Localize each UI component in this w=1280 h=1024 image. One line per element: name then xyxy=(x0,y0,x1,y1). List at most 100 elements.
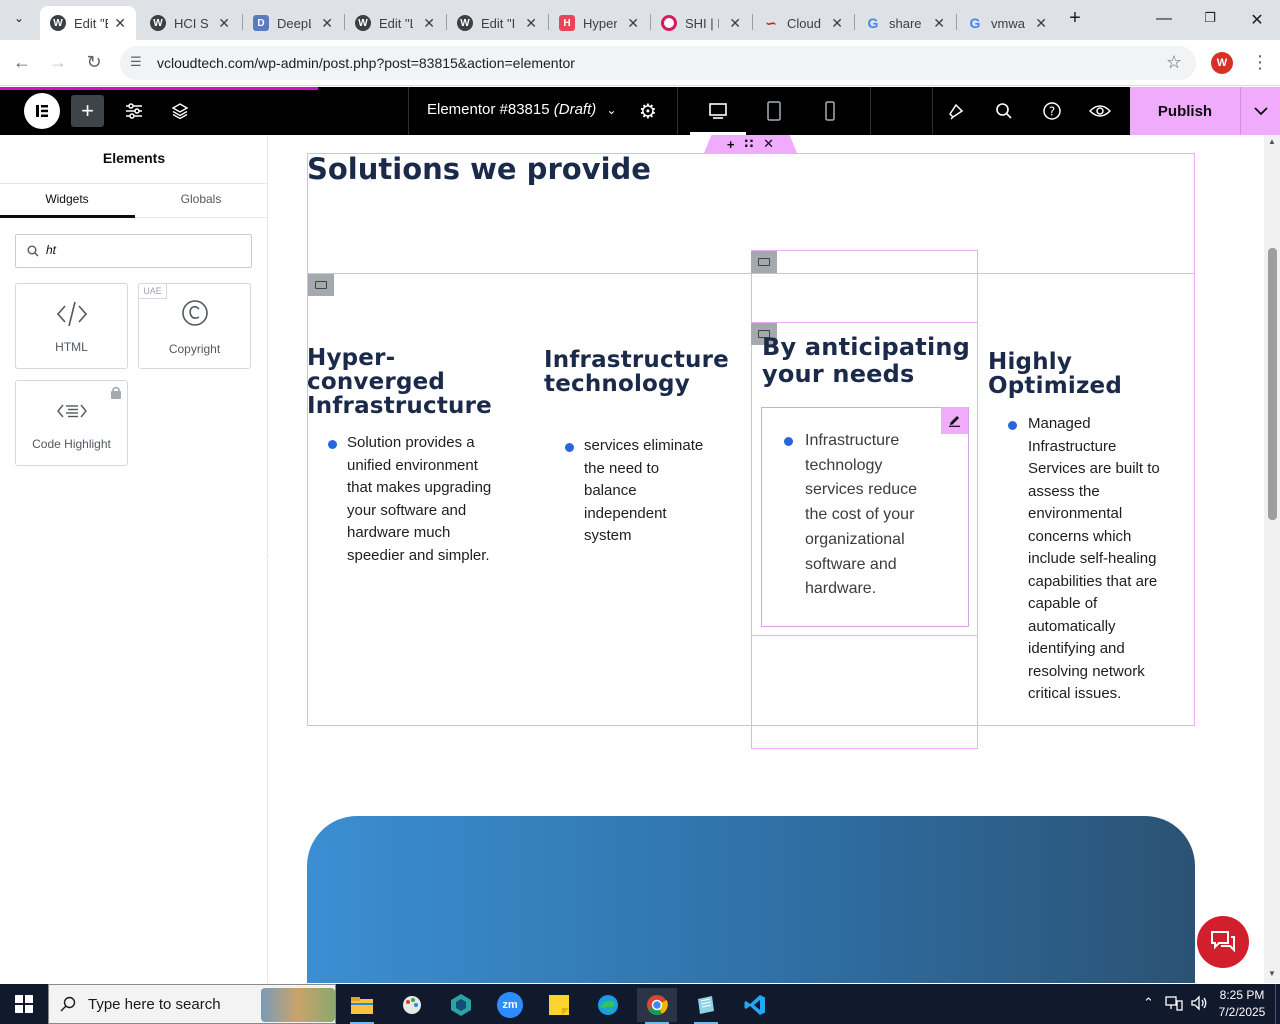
close-tab-icon[interactable]: ✕ xyxy=(525,15,537,32)
column-title[interactable]: By anticipating your needs xyxy=(762,334,977,388)
browser-tab-7[interactable]: SHI | I ✕ xyxy=(651,6,751,40)
close-tab-icon[interactable]: ✕ xyxy=(423,15,435,32)
desktop-view-icon[interactable] xyxy=(706,99,730,123)
close-tab-icon[interactable]: ✕ xyxy=(831,15,843,32)
notepad-app-icon[interactable] xyxy=(686,988,726,1024)
widget-html[interactable]: HTML xyxy=(15,283,128,369)
chrome-browser-icon[interactable] xyxy=(637,988,677,1024)
column-handle-icon[interactable] xyxy=(751,251,777,273)
close-tab-icon[interactable]: ✕ xyxy=(729,15,741,32)
site-info-icon[interactable]: ☰ xyxy=(130,54,142,70)
windows-start-icon[interactable] xyxy=(0,984,48,1024)
browser-tab-4[interactable]: W Edit "L ✕ xyxy=(345,6,445,40)
tab-search-icon[interactable]: ⌄ xyxy=(9,11,29,25)
zoom-app-icon[interactable]: zm xyxy=(490,988,530,1022)
browser-tab-10[interactable]: G vmwa ✕ xyxy=(957,6,1057,40)
close-tab-icon[interactable]: ✕ xyxy=(218,15,230,32)
close-tab-icon[interactable]: ✕ xyxy=(114,15,126,32)
code-highlight-icon xyxy=(16,401,127,421)
widget-copyright[interactable]: UAE Copyright xyxy=(138,283,251,369)
edit-pencil-icon[interactable] xyxy=(941,407,968,434)
vscode-app-icon[interactable] xyxy=(735,988,775,1022)
column-text[interactable]: Managed Infrastructure Services are buil… xyxy=(1028,413,1168,706)
close-tab-icon[interactable]: ✕ xyxy=(627,15,639,32)
finder-search-icon[interactable] xyxy=(992,99,1016,123)
tab-globals[interactable]: Globals xyxy=(134,192,268,206)
new-tab-icon[interactable]: + xyxy=(1065,7,1085,30)
structure-layers-icon[interactable] xyxy=(168,99,192,123)
widget-search-box[interactable] xyxy=(15,234,252,268)
paint-app-icon[interactable] xyxy=(392,988,432,1022)
column-title[interactable]: Hyper-converged Infrastructure xyxy=(307,346,522,418)
scroll-thumb[interactable] xyxy=(1268,248,1277,520)
taskbar-search-box[interactable]: Type here to search xyxy=(48,984,336,1024)
notifications-icon[interactable] xyxy=(944,99,968,123)
omnibox[interactable]: ☰ vcloudtech.com/wp-admin/post.php?post=… xyxy=(120,46,1196,80)
window-close-icon[interactable]: ✕ xyxy=(1247,10,1267,30)
browser-tab-5[interactable]: W Edit "I ✕ xyxy=(447,6,547,40)
column-text[interactable]: Infrastructure technology services reduc… xyxy=(805,429,935,602)
sticky-notes-icon[interactable] xyxy=(539,988,579,1022)
delete-section-icon[interactable]: ✕ xyxy=(763,136,774,152)
back-icon[interactable]: ← xyxy=(11,52,33,73)
minimize-icon[interactable]: — xyxy=(1154,10,1174,28)
site-settings-icon[interactable] xyxy=(122,99,146,123)
column-title[interactable]: Highly Optimized xyxy=(988,350,1193,398)
bookmark-star-icon[interactable]: ☆ xyxy=(1166,52,1182,73)
clock-time: 8:25 PM xyxy=(1219,988,1265,1002)
show-desktop-button[interactable] xyxy=(1275,984,1280,1024)
add-element-button[interactable]: + xyxy=(71,95,104,127)
add-section-icon[interactable]: + xyxy=(727,137,735,152)
scroll-down-icon[interactable]: ▼ xyxy=(1268,969,1276,978)
tab-title: Hyper xyxy=(583,15,617,31)
close-tab-icon[interactable]: ✕ xyxy=(1035,15,1047,32)
restore-icon[interactable]: ❐ xyxy=(1200,10,1220,26)
sketch-app-icon[interactable] xyxy=(441,988,481,1022)
widget-code-highlight[interactable]: Code Highlight xyxy=(15,380,128,466)
publish-button[interactable]: Publish xyxy=(1130,87,1240,135)
container-handle-icon[interactable] xyxy=(308,274,334,296)
editor-canvas[interactable]: + ∷ ✕ Solutions we provide Hyper-converg… xyxy=(269,135,1264,983)
chat-bubble-button[interactable] xyxy=(1197,916,1249,968)
edge-browser-icon[interactable] xyxy=(588,988,628,1022)
forward-icon[interactable]: → xyxy=(47,52,69,73)
bullet-icon xyxy=(1008,421,1017,430)
close-tab-icon[interactable]: ✕ xyxy=(321,15,333,32)
browser-tab-2[interactable]: W HCI S ✕ xyxy=(140,6,240,40)
publish-options-chevron-icon[interactable] xyxy=(1240,87,1280,135)
tablet-view-icon[interactable] xyxy=(762,99,786,123)
document-title[interactable]: Elementor #83815 (Draft) ⌄ xyxy=(427,101,617,118)
tab-widgets[interactable]: Widgets xyxy=(0,192,134,206)
section-handle[interactable]: + ∷ ✕ xyxy=(704,135,797,153)
mobile-view-icon[interactable] xyxy=(818,99,842,123)
browser-tab-3[interactable]: D DeepL ✕ xyxy=(243,6,343,40)
close-tab-icon[interactable]: ✕ xyxy=(933,15,945,32)
reload-icon[interactable]: ↻ xyxy=(83,52,105,73)
profile-avatar[interactable]: W xyxy=(1211,52,1233,74)
google-icon: G xyxy=(969,15,981,31)
chrome-menu-icon[interactable]: ⋮ xyxy=(1249,52,1271,73)
browser-tab-1[interactable]: W Edit "E ✕ xyxy=(40,6,136,40)
help-icon[interactable]: ? xyxy=(1040,99,1064,123)
elementor-logo-icon[interactable] xyxy=(24,93,60,129)
canvas-scrollbar[interactable]: ▲ ▼ xyxy=(1264,135,1280,983)
browser-tab-strip: ⌄ W Edit "E ✕ W HCI S ✕ D DeepL ✕ W Edit… xyxy=(0,0,1280,40)
scroll-up-icon[interactable]: ▲ xyxy=(1268,137,1276,146)
column-title[interactable]: Infrastructure technology xyxy=(544,348,739,396)
url-text[interactable]: vcloudtech.com/wp-admin/post.php?post=83… xyxy=(157,55,575,71)
browser-tab-9[interactable]: G share ✕ xyxy=(855,6,955,40)
preview-eye-icon[interactable] xyxy=(1088,99,1112,123)
volume-icon[interactable] xyxy=(1190,995,1208,1014)
drag-grid-icon[interactable]: ∷ xyxy=(744,136,753,152)
browser-tab-6[interactable]: H Hyper ✕ xyxy=(549,6,649,40)
page-settings-gear-icon[interactable]: ⚙ xyxy=(636,99,660,123)
widget-search-input[interactable] xyxy=(46,243,236,257)
browser-tab-8[interactable]: ∽ Cloud ✕ xyxy=(753,6,853,40)
file-explorer-icon[interactable] xyxy=(342,988,382,1024)
section-heading[interactable]: Solutions we provide xyxy=(307,152,651,186)
show-hidden-icons-chevron-icon[interactable]: ⌃ xyxy=(1143,995,1154,1011)
column-text[interactable]: Solution provides a unified environment … xyxy=(347,432,507,567)
network-icon[interactable] xyxy=(1165,995,1183,1014)
column-text[interactable]: services eliminate the need to balance i… xyxy=(584,435,714,548)
taskbar-clock[interactable]: 8:25 PM 7/2/2025 xyxy=(1212,987,1272,1021)
